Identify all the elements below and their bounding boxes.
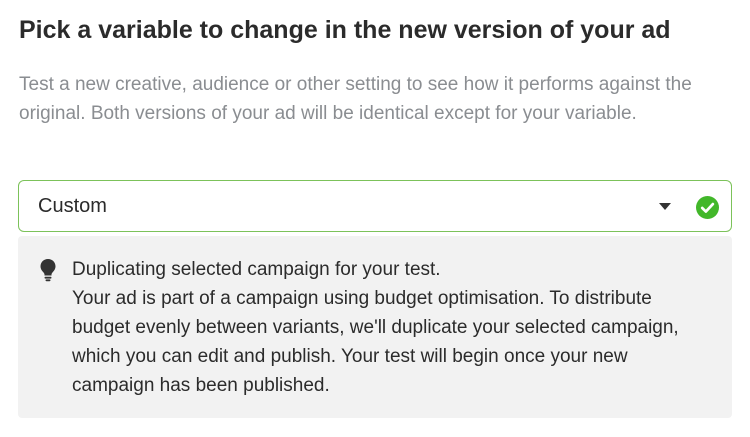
check-circle-icon [696, 196, 719, 219]
caret-down-icon[interactable] [659, 203, 671, 210]
section-description: Test a new creative, audience or other s… [19, 74, 692, 124]
info-title: Duplicating selected campaign for your t… [72, 259, 441, 280]
variable-select[interactable]: Custom [18, 180, 732, 232]
info-body: Your ad is part of a campaign using budg… [72, 288, 679, 396]
lightbulb-icon [40, 259, 56, 282]
section-heading: Pick a variable to change in the new ver… [19, 16, 671, 44]
info-panel: Duplicating selected campaign for your t… [18, 236, 732, 418]
variable-select-value: Custom [38, 195, 107, 217]
